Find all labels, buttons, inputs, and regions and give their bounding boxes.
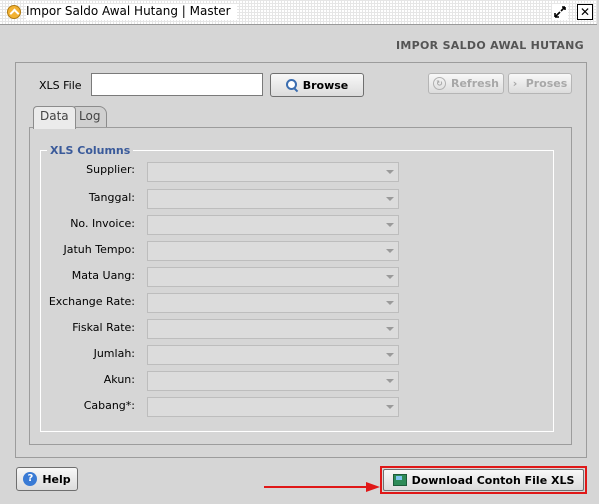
chevron-down-icon — [386, 223, 394, 227]
title-bar: Impor Saldo Awal Hutang | Master ✕ — [0, 0, 597, 25]
window-title: Impor Saldo Awal Hutang | Master — [26, 4, 237, 20]
select-mata-uang[interactable] — [147, 267, 399, 287]
field-label-akun: Akun: — [103, 373, 135, 386]
browse-button[interactable]: Browse — [270, 73, 364, 97]
select-exchange-rate[interactable] — [147, 293, 399, 313]
page-heading: IMPOR SALDO AWAL HUTANG — [396, 39, 584, 52]
help-icon: ? — [23, 472, 38, 486]
refresh-icon: ↻ — [433, 77, 446, 90]
select-supplier[interactable] — [147, 162, 399, 182]
tab-log[interactable]: Log — [72, 106, 108, 127]
chevron-down-icon — [386, 379, 394, 383]
xls-columns-legend: XLS Columns — [47, 144, 134, 157]
field-label-tanggal: Tanggal: — [88, 191, 135, 204]
help-button[interactable]: ? Help — [16, 467, 78, 491]
tab-data[interactable]: Data — [33, 106, 76, 129]
field-label-exchange-rate: Exchange Rate: — [48, 295, 135, 308]
chevron-down-icon — [386, 170, 394, 174]
select-no-invoice[interactable] — [147, 215, 399, 235]
app-icon — [7, 5, 21, 19]
chevron-down-icon — [386, 249, 394, 253]
chevron-down-icon — [386, 405, 394, 409]
field-label-fiskal-rate: Fiskal Rate: — [72, 321, 135, 334]
help-label: Help — [42, 472, 71, 486]
xls-file-label: XLS File — [39, 79, 82, 92]
proses-button[interactable]: › Proses — [508, 73, 572, 94]
field-label-jumlah: Jumlah: — [93, 347, 135, 360]
restore-icon[interactable] — [552, 4, 568, 20]
field-label-jatuh-tempo: Jatuh Tempo: — [63, 243, 136, 256]
xls-file-input[interactable] — [91, 73, 263, 96]
chevron-down-icon — [386, 327, 394, 331]
refresh-label: Refresh — [451, 77, 499, 90]
field-label-cabang: Cabang*: — [83, 399, 135, 412]
select-cabang[interactable] — [147, 397, 399, 417]
annotation-highlight-box — [380, 466, 587, 494]
chevron-down-icon — [386, 197, 394, 201]
select-jatuh-tempo[interactable] — [147, 241, 399, 261]
chevron-right-icon: › — [512, 77, 518, 90]
field-label-supplier: Supplier: — [86, 163, 135, 176]
proses-label: Proses — [525, 77, 568, 90]
field-label-no-invoice: No. Invoice: — [70, 217, 135, 230]
annotation-arrow-icon — [264, 482, 380, 492]
select-fiskal-rate[interactable] — [147, 319, 399, 339]
select-akun[interactable] — [147, 371, 399, 391]
browse-icon — [285, 79, 298, 91]
import-window: Impor Saldo Awal Hutang | Master ✕ IMPOR… — [0, 0, 599, 504]
select-jumlah[interactable] — [147, 345, 399, 365]
select-tanggal[interactable] — [147, 189, 399, 209]
chevron-down-icon — [386, 353, 394, 357]
field-label-mata-uang: Mata Uang: — [71, 269, 135, 282]
browse-label: Browse — [302, 78, 349, 92]
chevron-down-icon — [386, 301, 394, 305]
chevron-down-icon — [386, 275, 394, 279]
refresh-button[interactable]: ↻ Refresh — [428, 73, 504, 94]
close-icon[interactable]: ✕ — [577, 4, 593, 20]
